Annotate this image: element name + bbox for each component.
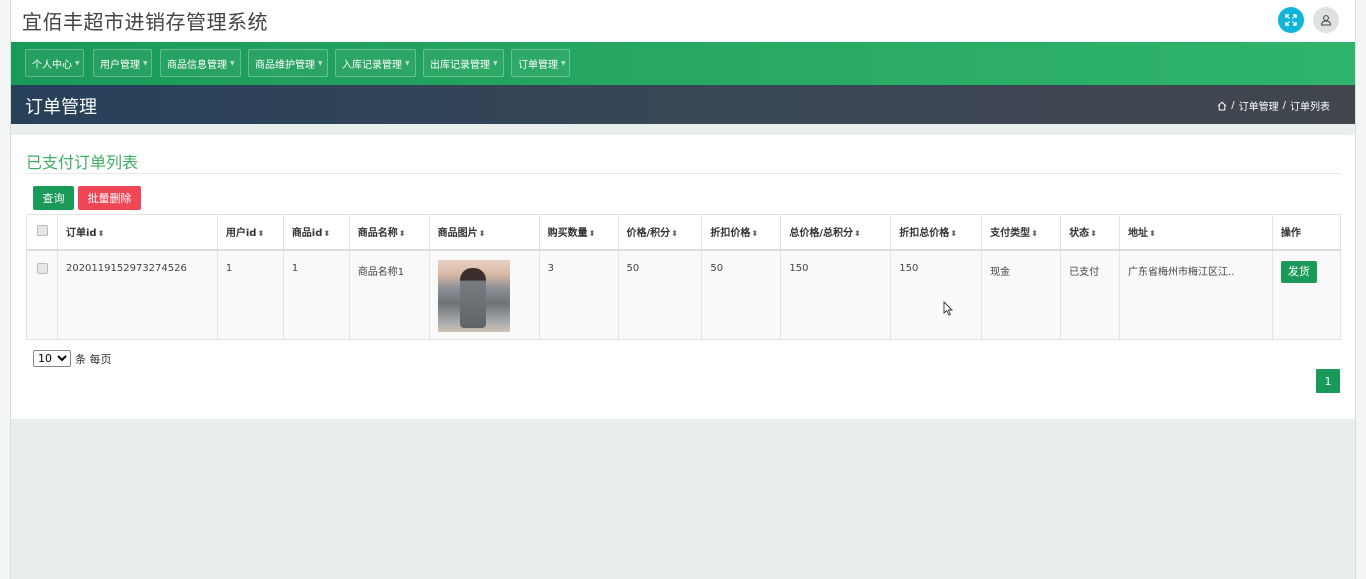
sort-icon: ⬍ [751, 229, 759, 239]
select-all-checkbox[interactable] [37, 224, 48, 236]
order-id-cell: 2020119152973274526 [56, 249, 218, 340]
row-select-cell [26, 249, 58, 340]
chevron-down-icon: ▼ [493, 59, 498, 67]
sort-icon: ⬍ [257, 229, 265, 239]
nav-item-label: 订单管理 [518, 59, 558, 71]
nav-item-order-management[interactable]: 订单管理 ▼ [511, 49, 570, 77]
breadcrumb-current: 订单列表 [1290, 102, 1330, 113]
product-name-cell: 商品名称1 [348, 249, 430, 340]
column-header[interactable]: 商品id⬍ [282, 214, 350, 251]
user-id-cell: 1 [216, 249, 284, 340]
sort-icon: ⬍ [1090, 229, 1097, 239]
product-image[interactable] [437, 259, 510, 332]
column-header[interactable]: 用户id⬍ [216, 214, 284, 251]
column-header[interactable]: 商品图片⬍ [428, 214, 540, 251]
nav-item-product-info[interactable]: 商品信息管理 ▼ [160, 49, 241, 77]
sort-icon: ⬍ [854, 229, 861, 239]
fullscreen-button[interactable] [1278, 7, 1304, 33]
sort-icon: ⬍ [1031, 229, 1038, 239]
breadcrumb-separator: / [1231, 100, 1235, 111]
select-all-header [26, 214, 58, 251]
home-icon[interactable] [1217, 101, 1227, 111]
column-header: 操作 [1271, 214, 1342, 251]
nav-item-user-management[interactable]: 用户管理 ▼ [93, 49, 152, 77]
sort-icon: ⬍ [97, 229, 105, 239]
page-button-current[interactable]: 1 [1316, 369, 1340, 393]
table-row: 2020119152973274526 1 1 商品名称1 3 50 50 15… [26, 249, 1342, 340]
chevron-down-icon: ▼ [405, 59, 410, 67]
page-title: 订单管理 [25, 97, 97, 118]
status-cell: 已支付 [1060, 249, 1121, 340]
column-header[interactable]: 折扣价格⬍ [701, 214, 782, 251]
breadcrumb-section[interactable]: 订单管理 [1239, 98, 1279, 113]
sort-icon: ⬍ [950, 229, 957, 239]
quantity-cell: 3 [538, 249, 619, 340]
nav-item-personal-center[interactable]: 个人中心 ▼ [25, 49, 84, 77]
chevron-down-icon: ▼ [230, 59, 235, 67]
pay-type-cell: 现金 [981, 249, 1062, 340]
price-cell: 50 [617, 249, 703, 340]
sort-icon: ⬍ [671, 229, 678, 239]
discount-total-cell: 150 [890, 249, 983, 340]
sort-icon: ⬍ [398, 229, 406, 239]
nav-item-outbound-records[interactable]: 出库记录管理 ▼ [423, 49, 504, 77]
address-cell: 广东省梅州市梅江区江.. [1119, 249, 1273, 340]
product-id-cell: 1 [282, 249, 350, 340]
sort-icon: ⬍ [1149, 229, 1156, 239]
chevron-down-icon: ▼ [561, 59, 566, 67]
column-header[interactable]: 折扣总价格⬍ [890, 214, 983, 251]
batch-delete-button[interactable]: 批量删除 [78, 186, 141, 210]
sort-icon: ⬍ [588, 229, 596, 239]
column-header[interactable]: 状态⬍ [1060, 214, 1121, 251]
nav-item-label: 个人中心 [32, 59, 72, 71]
product-image-cell [428, 249, 540, 340]
column-header[interactable]: 商品名称⬍ [348, 214, 430, 251]
chevron-down-icon: ▼ [75, 59, 80, 67]
nav-item-inbound-records[interactable]: 入库记录管理 ▼ [335, 49, 416, 77]
card-divider [26, 173, 1340, 174]
query-button[interactable]: 查询 [33, 186, 74, 210]
column-header[interactable]: 总价格/总积分⬍ [780, 214, 892, 251]
main-nav: 个人中心 ▼ 用户管理 ▼ 商品信息管理 ▼ 商品维护管理 ▼ 入库记录管理 ▼ 出库记录… [11, 42, 1355, 85]
page-size-select[interactable]: 10 [33, 350, 71, 367]
nav-item-label: 用户管理 [100, 59, 140, 71]
fullscreen-icon [1285, 14, 1297, 26]
card-title: 已支付订单列表 [26, 153, 139, 172]
page-size-label: 条 每页 [75, 352, 112, 366]
action-cell: 发货 [1271, 249, 1342, 340]
column-header[interactable]: 支付类型⬍ [981, 214, 1062, 251]
sort-icon: ⬍ [323, 229, 331, 239]
nav-item-label: 商品信息管理 [167, 59, 227, 71]
right-border [1355, 0, 1366, 579]
column-header[interactable]: 订单id⬍ [56, 214, 218, 251]
page-header: 订单管理 / 订单管理 / 订单列表 [11, 85, 1355, 124]
user-icon [1320, 15, 1332, 26]
orders-table: 订单id⬍ 用户id⬍ 商品id⬍ 商品名称⬍ 商品图片⬍ 购买数量⬍ 价格/积… [26, 214, 1342, 340]
nav-item-label: 入库记录管理 [342, 59, 402, 71]
column-header[interactable]: 购买数量⬍ [538, 214, 619, 251]
mouse-cursor-icon [943, 301, 953, 316]
user-avatar-button[interactable] [1313, 7, 1339, 33]
breadcrumb-separator: / [1282, 100, 1286, 111]
nav-item-label: 出库记录管理 [430, 59, 490, 71]
table-header-row: 订单id⬍ 用户id⬍ 商品id⬍ 商品名称⬍ 商品图片⬍ 购买数量⬍ 价格/积… [26, 214, 1342, 251]
column-header[interactable]: 地址⬍ [1119, 214, 1273, 251]
chevron-down-icon: ▼ [318, 59, 323, 67]
order-list-card: 已支付订单列表 查询 批量删除 订单id⬍ 用户id⬍ 商品id⬍ 商品名称⬍ … [11, 135, 1355, 419]
ship-button[interactable]: 发货 [1280, 260, 1317, 283]
discount-price-cell: 50 [701, 249, 782, 340]
left-border [0, 0, 11, 579]
chevron-down-icon: ▼ [143, 59, 148, 67]
sort-icon: ⬍ [478, 229, 486, 239]
page-size-control: 10 条 每页 [33, 350, 112, 367]
breadcrumb: / 订单管理 / 订单列表 [1217, 98, 1330, 113]
nav-item-label: 商品维护管理 [255, 59, 315, 71]
nav-item-product-maintenance[interactable]: 商品维护管理 ▼ [248, 49, 328, 77]
total-price-cell: 150 [780, 249, 892, 340]
top-header: 宜佰丰超市进销存管理系统 [11, 0, 1355, 42]
column-header[interactable]: 价格/积分⬍ [617, 214, 703, 251]
app-title: 宜佰丰超市进销存管理系统 [22, 10, 268, 34]
row-checkbox[interactable] [37, 262, 48, 274]
